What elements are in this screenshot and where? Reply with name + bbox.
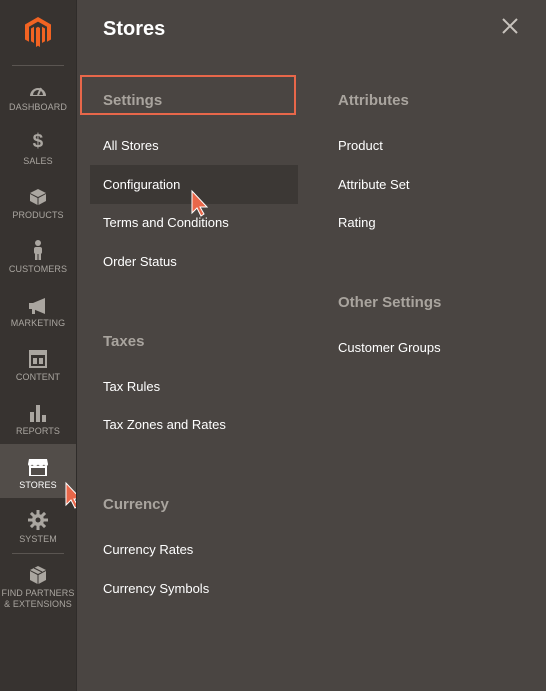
dollar-icon: $ (32, 131, 44, 152)
nav-content[interactable]: CONTENT (0, 348, 76, 402)
close-icon[interactable] (500, 16, 520, 36)
link-product[interactable]: Product (338, 138, 383, 153)
link-rating[interactable]: Rating (338, 215, 376, 230)
nav-reports-label: REPORTS (15, 426, 61, 436)
nav-find-partners[interactable]: FIND PARTNERS & EXTENSIONS (0, 564, 76, 618)
nav-sales[interactable]: $ SALES (0, 132, 76, 186)
cursor-arrow-icon (191, 189, 209, 217)
nav-products-label: PRODUCTS (12, 210, 64, 220)
nav-dashboard-label: DASHBOARD (9, 102, 67, 112)
link-tax-zones-and-rates[interactable]: Tax Zones and Rates (103, 417, 226, 432)
layout-icon (29, 348, 47, 368)
link-customer-groups[interactable]: Customer Groups (338, 340, 441, 355)
link-currency-symbols[interactable]: Currency Symbols (103, 581, 209, 596)
nav-customers-label: CUSTOMERS (8, 264, 68, 274)
nav-stores-label: STORES (19, 480, 57, 490)
stores-menu-panel: Stores Settings All Stores Configuration… (76, 0, 546, 691)
nav-marketing[interactable]: MARKETING (0, 294, 76, 348)
cube-icon (29, 186, 47, 206)
link-configuration[interactable]: Configuration (103, 177, 180, 192)
nav-sales-label: SALES (23, 156, 53, 166)
magento-logo-icon (25, 17, 51, 47)
megaphone-icon (28, 294, 48, 314)
nav-customers[interactable]: CUSTOMERS (0, 240, 76, 294)
panel-title: Stores (103, 18, 166, 40)
section-other-settings-title: Other Settings (338, 294, 442, 311)
boxes-icon (28, 564, 48, 584)
link-all-stores[interactable]: All Stores (103, 138, 159, 153)
nav-system-label: SYSTEM (19, 534, 57, 544)
admin-sidebar: DASHBOARD $ SALES PRODUCTS CUSTOMERS MAR… (0, 0, 76, 691)
section-attributes-title: Attributes (338, 92, 409, 109)
section-taxes-title: Taxes (103, 333, 145, 350)
person-icon (32, 240, 44, 260)
dashboard-icon (28, 78, 48, 98)
gear-icon (28, 510, 48, 530)
link-tax-rules[interactable]: Tax Rules (103, 379, 160, 394)
nav-products[interactable]: PRODUCTS (0, 186, 76, 240)
nav-system[interactable]: SYSTEM (0, 510, 76, 564)
magento-logo[interactable] (0, 0, 76, 64)
bar-chart-icon (29, 402, 47, 422)
nav-dashboard[interactable]: DASHBOARD (0, 78, 76, 132)
nav-content-label: CONTENT (15, 372, 61, 382)
nav-find-partners-label-2: & EXTENSIONS (4, 599, 72, 609)
section-currency-title: Currency (103, 496, 169, 513)
link-currency-rates[interactable]: Currency Rates (103, 542, 193, 557)
link-order-status[interactable]: Order Status (103, 254, 177, 269)
link-attribute-set[interactable]: Attribute Set (338, 177, 410, 192)
nav-find-partners-label-1: FIND PARTNERS (1, 588, 75, 598)
section-settings-title: Settings (103, 92, 163, 109)
link-terms-and-conditions[interactable]: Terms and Conditions (103, 215, 229, 230)
nav-marketing-label: MARKETING (10, 318, 66, 328)
storefront-icon (27, 456, 49, 476)
